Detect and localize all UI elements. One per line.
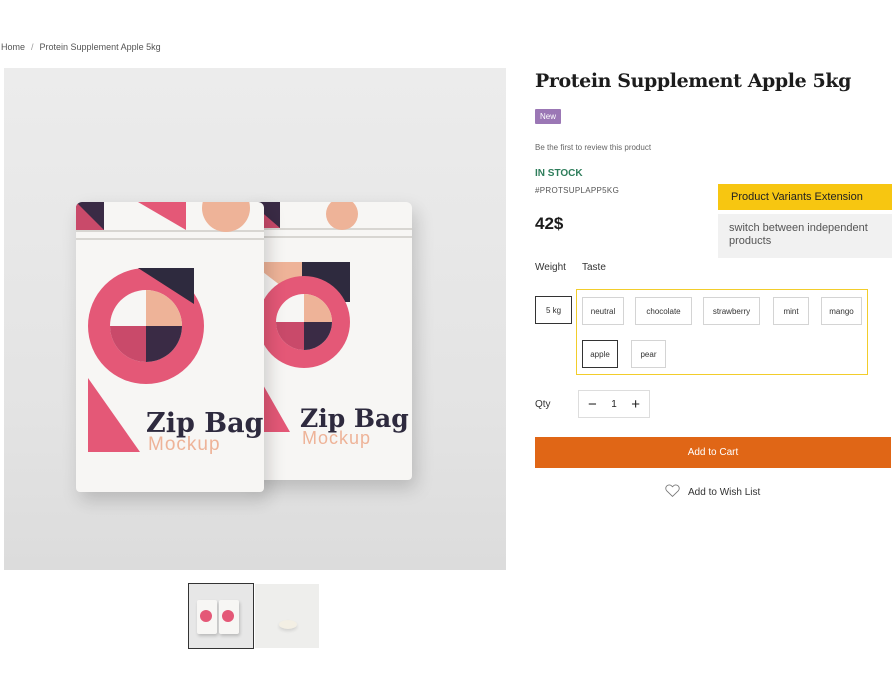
add-to-wishlist-link[interactable]: Add to Wish List — [665, 484, 760, 500]
add-to-cart-button[interactable]: Add to Cart — [535, 437, 891, 468]
qty-decrease-button[interactable]: − — [588, 397, 597, 412]
thumbnail-strip — [188, 583, 319, 649]
weight-label: Weight — [535, 262, 566, 273]
heart-outline-icon — [665, 484, 680, 500]
stock-status: IN STOCK — [535, 168, 583, 179]
taste-option-mint[interactable]: mint — [773, 297, 809, 325]
qty-increase-button[interactable]: + — [631, 397, 640, 412]
extension-title-banner: Product Variants Extension — [718, 184, 892, 210]
product-sku: #PROTSUPLAPP5KG — [535, 186, 620, 195]
weight-option-5kg[interactable]: 5 kg — [535, 296, 572, 324]
main-product-image[interactable]: Zip Bag Mockup Zip Bag Mockup — [4, 68, 506, 570]
taste-label: Taste — [582, 262, 606, 273]
product-bag-front: Zip Bag Mockup — [76, 202, 264, 492]
bag-brand-line2-front: Mockup — [148, 434, 221, 455]
product-title: Protein Supplement Apple 5kg — [535, 70, 851, 92]
taste-option-pear[interactable]: pear — [631, 340, 666, 368]
taste-option-apple[interactable]: apple — [582, 340, 618, 368]
bag-brand-line2: Mockup — [302, 428, 372, 448]
taste-option-strawberry[interactable]: strawberry — [703, 297, 760, 325]
product-bag-back: Zip Bag Mockup — [250, 202, 412, 480]
extension-description: switch between independent products — [718, 214, 892, 258]
qty-label: Qty — [535, 399, 551, 410]
breadcrumb-current: Protein Supplement Apple 5kg — [39, 42, 161, 52]
qty-value[interactable]: 1 — [611, 399, 617, 410]
taste-option-mango[interactable]: mango — [821, 297, 862, 325]
thumbnail-powder[interactable] — [255, 584, 319, 648]
new-badge: New — [535, 109, 562, 124]
wishlist-label: Add to Wish List — [688, 486, 761, 498]
taste-option-chocolate[interactable]: chocolate — [635, 297, 692, 325]
review-link[interactable]: Be the first to review this product — [535, 143, 651, 152]
thumbnail-bags[interactable] — [188, 583, 254, 649]
breadcrumb-separator: / — [31, 42, 34, 52]
quantity-stepper: − 1 + — [578, 390, 650, 418]
product-price: 42$ — [535, 214, 564, 233]
taste-option-neutral[interactable]: neutral — [582, 297, 624, 325]
breadcrumb-home-link[interactable]: Home — [1, 42, 25, 52]
breadcrumb: Home / Protein Supplement Apple 5kg — [1, 42, 161, 52]
